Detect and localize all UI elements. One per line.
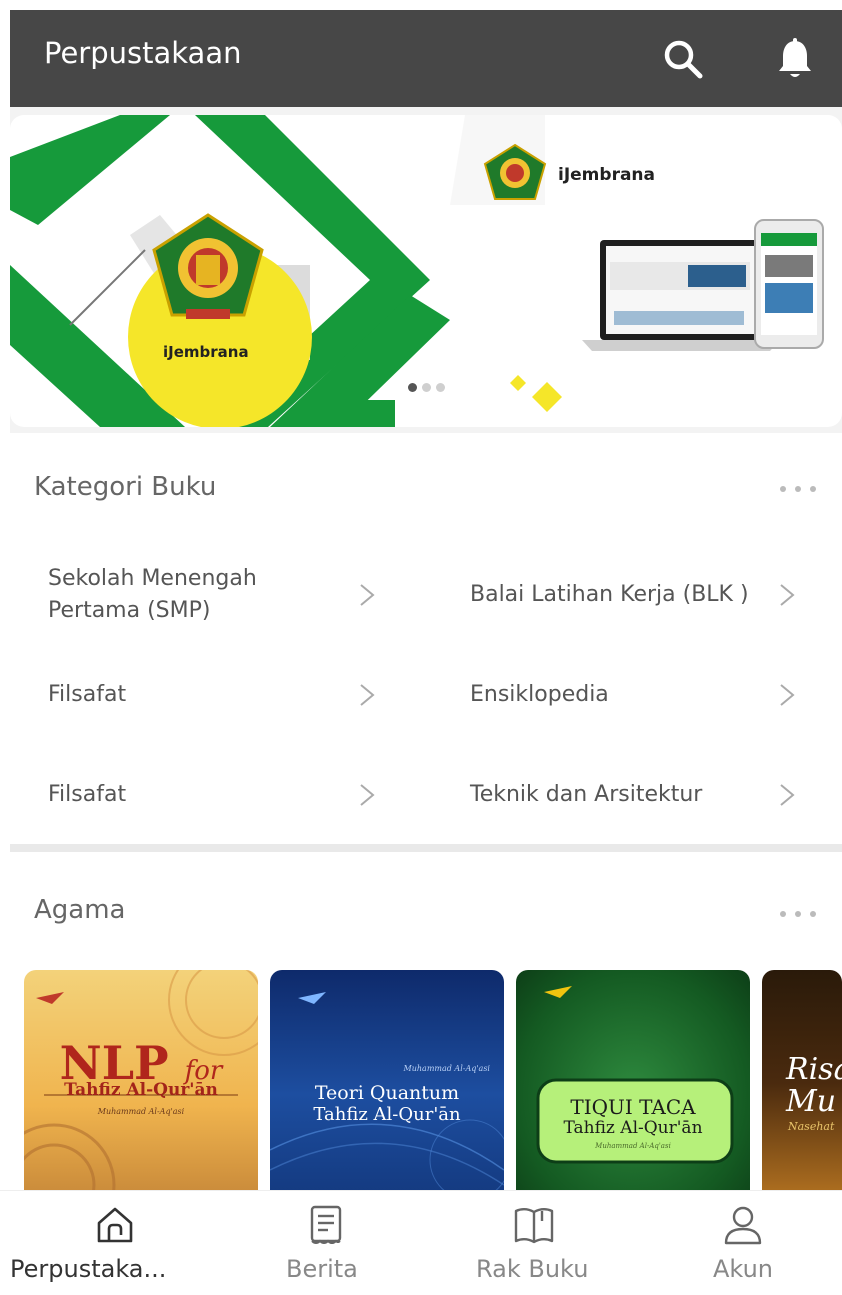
chevron-right-icon <box>360 684 375 706</box>
nav-item-akun[interactable]: Akun <box>645 1191 842 1295</box>
carousel-dot[interactable] <box>408 383 417 392</box>
category-item[interactable]: Filsafat <box>48 750 408 840</box>
nav-label: Rak Buku <box>476 1255 589 1283</box>
banner-carousel: iJembrana iJembrana <box>10 107 842 433</box>
chevron-right-icon <box>780 784 795 806</box>
carousel-dot[interactable] <box>436 383 445 392</box>
bottom-navigation: Perpustaka... Berita Rak Buku Akun <box>0 1190 842 1295</box>
section-divider <box>10 844 842 852</box>
section-title-agama: Agama <box>34 895 126 925</box>
book-title: TIQUI TACA <box>570 1095 696 1119</box>
book-author: Muhammad Al-Aq'asi <box>595 1142 671 1150</box>
nav-item-berita[interactable]: Berita <box>230 1191 430 1295</box>
nav-item-rak-buku[interactable]: Rak Buku <box>430 1191 645 1295</box>
banner-slide[interactable]: iJembrana iJembrana <box>10 115 842 427</box>
bell-icon[interactable] <box>772 36 818 82</box>
category-item[interactable]: Filsafat <box>48 650 408 740</box>
category-label: Sekolah Menengah Pertama (SMP) <box>48 566 257 623</box>
book-subtitle: Tahfiz Al-Qur'ān <box>563 1118 703 1138</box>
book-subtitle: Tahfiz Al-Qur'ān <box>64 1080 218 1100</box>
nav-label: Perpustaka... <box>10 1255 167 1283</box>
book-cover[interactable]: TIQUI TACA Tahfiz Al-Qur'ān Muhammad Al-… <box>516 970 750 1196</box>
section-title-kategori: Kategori Buku <box>34 472 217 502</box>
banner-brand-left: iJembrana <box>163 343 249 361</box>
book-subtitle: Tahfiz Al-Qur'ān <box>313 1104 461 1125</box>
category-item[interactable]: Ensiklopedia <box>470 650 830 740</box>
chevron-right-icon <box>780 584 795 606</box>
nav-item-perpustakaan[interactable]: Perpustaka... <box>0 1191 230 1295</box>
category-label: Filsafat <box>48 682 127 708</box>
category-label: Filsafat <box>48 782 127 808</box>
carousel-indicator <box>408 383 445 392</box>
category-item[interactable]: Sekolah Menengah Pertama (SMP) <box>48 550 408 640</box>
app-bar: Perpustakaan <box>10 10 842 107</box>
chevron-right-icon <box>780 684 795 706</box>
user-icon <box>724 1206 762 1245</box>
category-label: Teknik dan Arsitektur <box>470 782 703 808</box>
category-item[interactable]: Balai Latihan Kerja (BLK ) <box>470 550 830 640</box>
book-author: Muhammad Al-Aq'asi <box>97 1107 185 1116</box>
chevron-right-icon <box>360 584 375 606</box>
book-author: Muhammad Al-Aq'asi <box>403 1064 490 1073</box>
category-label: Balai Latihan Kerja (BLK ) <box>470 582 749 608</box>
category-item[interactable]: Teknik dan Arsitektur <box>470 750 830 840</box>
news-icon <box>310 1205 342 1244</box>
book-cover[interactable]: Risa Mu Nasehat <box>762 970 842 1196</box>
category-label: Ensiklopedia <box>470 682 609 708</box>
more-horizontal-icon[interactable] <box>775 483 821 495</box>
book-title: Teori Quantum <box>314 1082 460 1104</box>
book-title: Risa <box>786 1052 842 1087</box>
book-ornament <box>536 986 734 1164</box>
nav-label: Akun <box>713 1255 773 1283</box>
book-open-icon <box>514 1208 554 1244</box>
banner-illustration <box>10 115 824 427</box>
book-cover[interactable]: Muhammad Al-Aq'asi Teori Quantum Tahfiz … <box>270 970 504 1196</box>
chevron-right-icon <box>360 784 375 806</box>
banner-brand-right: iJembrana <box>558 165 655 185</box>
page-title: Perpustakaan <box>44 36 242 70</box>
book-tagline: Nasehat <box>788 1120 835 1133</box>
book-subtitle: Mu <box>786 1084 837 1119</box>
nav-label: Berita <box>286 1255 358 1283</box>
more-horizontal-icon[interactable] <box>775 908 821 920</box>
home-icon <box>97 1207 133 1243</box>
carousel-dot[interactable] <box>422 383 431 392</box>
book-cover[interactable]: NLP for Tahfiz Al-Qur'ān Muhammad Al-Aq'… <box>24 970 258 1196</box>
search-icon[interactable] <box>660 36 706 82</box>
